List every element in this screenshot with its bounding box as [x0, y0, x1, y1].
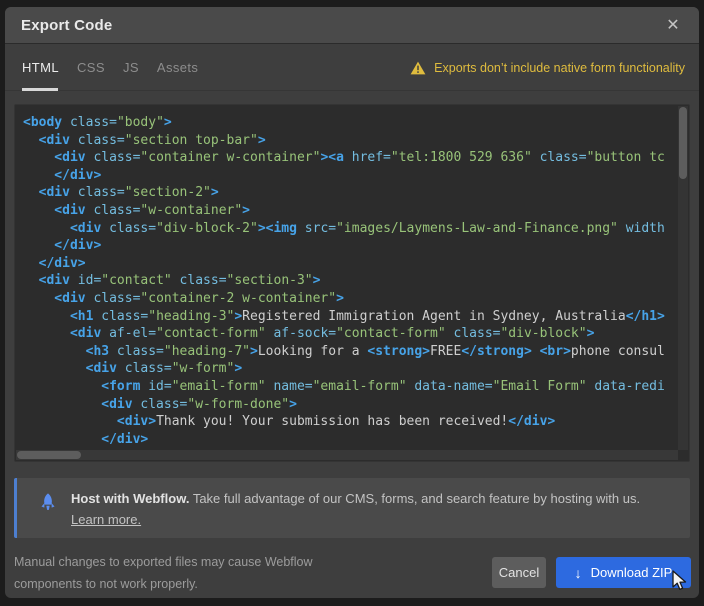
learn-more-link[interactable]: Learn more. [71, 512, 141, 527]
warning-text: Exports don’t include native form functi… [434, 61, 685, 75]
close-icon: ✕ [666, 15, 679, 35]
active-tab-underline [22, 88, 58, 91]
download-zip-label: Download ZIP [591, 565, 673, 580]
tab-bar: HTML CSS JS Assets Exports don’t include… [5, 44, 699, 91]
code-line: <div class="container-2 w-container"> [23, 290, 679, 308]
vertical-scrollbar-thumb[interactable] [679, 107, 687, 179]
code-line: <div id="contact" class="section-3"> [23, 272, 679, 290]
dialog-title: Export Code [21, 17, 112, 34]
warning-triangle-icon [410, 61, 426, 75]
tab-css[interactable]: CSS [77, 60, 105, 75]
vertical-scrollbar[interactable] [678, 106, 688, 450]
dialog-titlebar: Export Code ✕ [5, 7, 699, 44]
code-line: <div class="w-form-done"> [23, 396, 679, 414]
code-line: <h3 class="heading-7">Looking for a <str… [23, 343, 679, 361]
code-line: <form id="email-form" name="email-form" … [23, 378, 679, 396]
footer-note-line1: Manual changes to exported files may cau… [14, 555, 313, 569]
code-content: <body class="body"> <div class="section … [15, 105, 679, 451]
host-banner-bold: Host with Webflow. [71, 491, 189, 506]
host-banner-body: Take full advantage of our CMS, forms, a… [189, 491, 640, 506]
code-line: <div class="w-form"> [23, 360, 679, 378]
tab-assets[interactable]: Assets [157, 60, 198, 75]
code-line: <div class="container w-container"><a hr… [23, 149, 679, 167]
code-line: <div class="div-block-2"><img src="image… [23, 220, 679, 238]
export-code-dialog: Export Code ✕ HTML CSS JS Assets Exports… [5, 7, 699, 598]
code-line: <div class="w-container"> [23, 202, 679, 220]
code-viewer[interactable]: <body class="body"> <div class="section … [14, 104, 690, 462]
code-line: </div> [23, 237, 679, 255]
footer-note: Manual changes to exported files may cau… [14, 551, 354, 595]
code-line: <body class="body"> [23, 114, 679, 132]
close-button[interactable]: ✕ [657, 7, 689, 43]
horizontal-scrollbar[interactable] [16, 450, 678, 460]
cancel-button[interactable]: Cancel [492, 557, 546, 588]
code-line: <div class="section top-bar"> [23, 132, 679, 150]
code-line: </div> [23, 255, 679, 273]
download-arrow-icon: ↓ [575, 566, 582, 580]
code-line: </div> [23, 167, 679, 185]
footer-note-line2: components to not work properly. [14, 577, 198, 591]
download-zip-button[interactable]: ↓ Download ZIP [556, 557, 691, 588]
tab-js[interactable]: JS [123, 60, 139, 75]
code-line: </div> [23, 431, 679, 449]
code-line: <h1 class="heading-3">Registered Immigra… [23, 308, 679, 326]
code-line: <div class="section-2"> [23, 184, 679, 202]
host-banner: Host with Webflow. Take full advantage o… [14, 478, 690, 538]
host-banner-text: Host with Webflow. Take full advantage o… [71, 488, 674, 530]
tab-html[interactable]: HTML [22, 60, 59, 75]
horizontal-scrollbar-thumb[interactable] [17, 451, 81, 459]
code-line: <div af-el="contact-form" af-sock="conta… [23, 325, 679, 343]
rocket-icon [37, 492, 59, 514]
code-line: <div>Thank you! Your submission has been… [23, 413, 679, 431]
cancel-button-label: Cancel [499, 565, 539, 580]
form-warning: Exports don’t include native form functi… [410, 44, 685, 91]
